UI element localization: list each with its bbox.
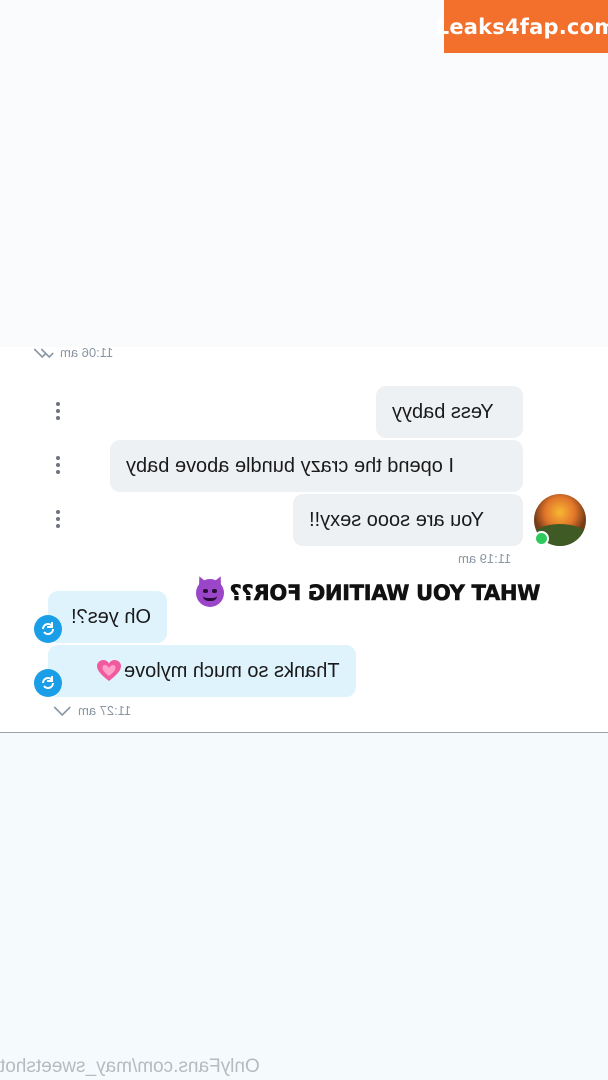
pink-heart-icon [96, 659, 122, 683]
outgoing-message-3[interactable]: You are sooo sexy!! [293, 494, 523, 546]
caption-text: WHAT YOU WAITING FOR?? [230, 581, 541, 606]
site-credit-text: OnlyFans.com/may_sweetshot [0, 1056, 260, 1077]
incoming-message-2-text: Thanks so much mylove [124, 659, 340, 682]
devil-emoji-icon [196, 579, 224, 607]
outgoing-message-2-text: I opend the crazy bundle above baby [126, 454, 455, 477]
caption-overlay: WHAT YOU WAITING FOR?? [196, 578, 541, 608]
timestamp-incoming: 11:27 am [52, 703, 131, 718]
incoming-message-1-text: Oh yes?! [70, 605, 151, 628]
more-vertical-icon[interactable] [55, 510, 61, 528]
repost-icon[interactable] [34, 669, 62, 697]
more-vertical-icon[interactable] [55, 456, 61, 474]
outgoing-message-1[interactable]: Yess babyy [376, 386, 523, 438]
timestamp-outgoing: 11:19 am [458, 551, 511, 566]
incoming-message-2[interactable]: Thanks so much mylove [48, 645, 356, 697]
bottom-blank-area [0, 733, 608, 1080]
incoming-message-1[interactable]: Oh yes?! [48, 591, 167, 643]
online-indicator [534, 531, 549, 546]
more-vertical-icon[interactable] [55, 402, 61, 420]
double-check-icon [33, 347, 54, 358]
timestamp-incoming-text: 11:27 am [78, 703, 132, 718]
watermark-logo: Leaks4fap.com [436, 0, 608, 53]
outgoing-message-3-text: You are sooo sexy!! [309, 508, 484, 531]
timestamp-outgoing-text: 11:19 am [458, 551, 512, 566]
outgoing-message-1-text: Yess babyy [392, 400, 494, 423]
timestamp-first: 11:06 am [28, 345, 113, 360]
site-credit: OnlyFans.com/may_sweetshot [0, 1056, 260, 1078]
repost-icon[interactable] [34, 615, 62, 643]
timestamp-first-text: 11:06 am [60, 345, 114, 360]
single-check-icon [53, 705, 71, 716]
outgoing-message-2[interactable]: I opend the crazy bundle above baby [110, 440, 523, 492]
